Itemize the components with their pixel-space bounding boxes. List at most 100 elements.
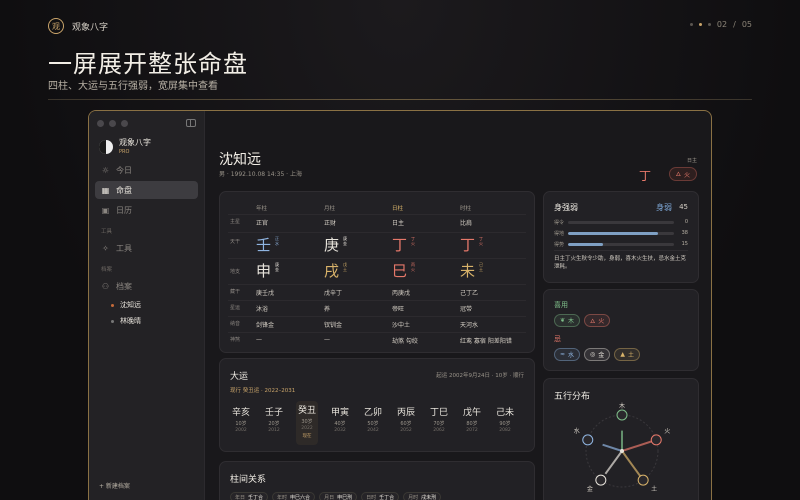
strength-bar	[568, 220, 674, 224]
dayun-item[interactable]: 甲寅 40岁 2032	[329, 403, 351, 433]
flame-icon: 🜂	[590, 317, 596, 325]
pillar-header: 月柱	[324, 206, 336, 212]
relation-value: 申巳刑	[337, 494, 353, 500]
pillar-shensha: —	[256, 336, 262, 343]
element-pill-dislike: ◎ 金	[584, 348, 611, 361]
grid-icon: ▦	[101, 185, 110, 195]
dayun-age: 20岁	[268, 421, 280, 427]
dayun-ganzhi: 壬子	[264, 408, 283, 418]
earthly-branch: 未	[460, 262, 476, 280]
dayun-item[interactable]: 壬子 20岁 2012	[263, 403, 285, 433]
window-controls	[97, 120, 128, 127]
strength-row-value: 38	[681, 230, 688, 236]
wuxing-label: 火	[664, 428, 670, 435]
divider	[228, 232, 526, 233]
pager-separator: /	[733, 20, 736, 29]
relations-card: 柱间关系 年日 壬丁合 年时 申巳六合 月日 申巳刑 日时 壬丁合 月时 戌未刑	[219, 461, 535, 500]
pillar-nayin: 沙中土	[392, 322, 411, 329]
wuxing-node	[595, 474, 607, 486]
sidebar-item-tools[interactable]: ✧ 工具	[95, 239, 198, 257]
relation-value: 壬丁合	[379, 494, 395, 500]
pillar-luck: 养	[324, 306, 331, 313]
dayun-item[interactable]: 己未 90岁 2082	[494, 403, 516, 433]
dayun-year: 2072	[466, 428, 478, 433]
dayun-item[interactable]: 癸丑 30岁 2022 现在	[296, 401, 318, 445]
relation-position: 日时	[366, 494, 377, 500]
dayun-age: 40岁	[334, 421, 346, 427]
nav-group-records: 档案	[101, 267, 113, 273]
pillar-header: 年柱	[256, 206, 268, 212]
main-star: 比肩	[460, 220, 473, 227]
divider	[228, 214, 526, 215]
dayun-year: 2032	[334, 428, 346, 433]
strength-row: 得令 0	[554, 218, 688, 226]
app-identity: 观象八字 PRO	[99, 139, 151, 155]
wuxing-center	[620, 449, 624, 453]
dayun-year: 2052	[400, 428, 412, 433]
main-star: 正官	[256, 220, 269, 227]
strength-bar	[568, 231, 674, 235]
wuxing-node	[637, 474, 649, 486]
wuxing-label: 金	[587, 485, 593, 493]
strength-description: 日主丁火生秋令少助，身弱，喜木火生扶，忌水金土克泄耗。	[554, 256, 687, 270]
people-icon: ⚇	[101, 281, 110, 291]
dayun-ganzhi: 戊午	[462, 408, 481, 418]
sidebar-item-records[interactable]: ⚇ 档案	[95, 277, 198, 295]
sidebar-item-calendar[interactable]: ▣ 日历	[95, 201, 198, 219]
dayun-item[interactable]: 乙卯 50岁 2042	[362, 403, 384, 433]
dayun-year: 2042	[367, 428, 379, 433]
ring-icon: ◎	[590, 351, 596, 358]
pillar-hidden: 己丁乙	[460, 290, 479, 297]
branch-note: 己土	[479, 262, 483, 272]
relation-position: 月日	[324, 494, 335, 500]
dayun-age: 10岁	[235, 421, 247, 427]
wuxing-label: 木	[619, 402, 625, 410]
wuxing-spoke	[602, 443, 623, 452]
sidebar-item-today[interactable]: ☼ 今日	[95, 161, 198, 179]
dayun-year: 2022	[301, 426, 313, 431]
dayun-age: 30岁	[301, 419, 313, 425]
dayun-item[interactable]: 丁巳 70岁 2062	[428, 403, 450, 433]
dayun-item[interactable]: 辛亥 10岁 2002	[230, 403, 252, 433]
strength-row: 得地 38	[554, 229, 688, 237]
zoom-button[interactable]	[121, 120, 128, 127]
person-meta: 男 · 1992.10.08 14:35 · 上海	[219, 171, 302, 178]
dayun-title: 大运	[230, 372, 249, 382]
dayun-ganzhi: 辛亥	[231, 408, 250, 418]
record-item[interactable]: 沈知远	[95, 297, 198, 313]
pillar-luck: 冠带	[460, 306, 473, 313]
record-item[interactable]: 林晚晴	[95, 313, 198, 329]
branch-note: 丙火	[411, 262, 415, 272]
pro-badge: PRO	[119, 149, 130, 155]
pillar-nayin: 钗钏金	[324, 322, 343, 329]
pillar-shensha: —	[324, 336, 330, 343]
like-pills: ❦ 木 🜂 火	[554, 314, 611, 327]
dayun-ganzhi: 乙卯	[363, 408, 382, 418]
like-label: 喜用	[554, 301, 568, 309]
dayun-item[interactable]: 戊午 80岁 2072	[461, 403, 483, 433]
wuxing-card: 五行分布 木火土金水	[543, 378, 699, 500]
main-content: 沈知远 男 · 1992.10.08 14:35 · 上海 日主 丁 🜂 火 年柱…	[205, 111, 711, 500]
dayun-ganzhi: 癸丑	[297, 406, 316, 416]
sidebar-item-chart[interactable]: ▦ 命盘	[95, 181, 198, 199]
relation-chip: 年时 申巳六合	[272, 492, 316, 500]
element-name: 金	[598, 352, 605, 359]
day-master-element: 火	[683, 171, 690, 179]
pillar-luck: 帝旺	[392, 306, 405, 313]
element-name: 火	[598, 318, 605, 325]
wuxing-label: 水	[574, 427, 580, 435]
dayun-ganzhi: 丙辰	[396, 408, 415, 418]
new-record-button[interactable]: + 新建档案	[99, 481, 130, 490]
close-button[interactable]	[97, 120, 104, 127]
minimize-button[interactable]	[109, 120, 116, 127]
element-pill-like: 🜂 火	[584, 314, 611, 327]
sidebar-item-label: 日历	[116, 205, 132, 215]
dislike-pills: ≈ 水 ◎ 金 ▲ 土	[554, 348, 640, 361]
stem-note: 丁火	[479, 236, 483, 246]
sidebar-toggle-icon[interactable]	[186, 119, 196, 127]
wuxing-label: 土	[651, 485, 657, 493]
divider	[228, 300, 526, 301]
element-name: 水	[568, 352, 575, 359]
dayun-item[interactable]: 丙辰 60岁 2052	[395, 403, 417, 433]
sidebar-item-label: 命盘	[116, 185, 132, 195]
